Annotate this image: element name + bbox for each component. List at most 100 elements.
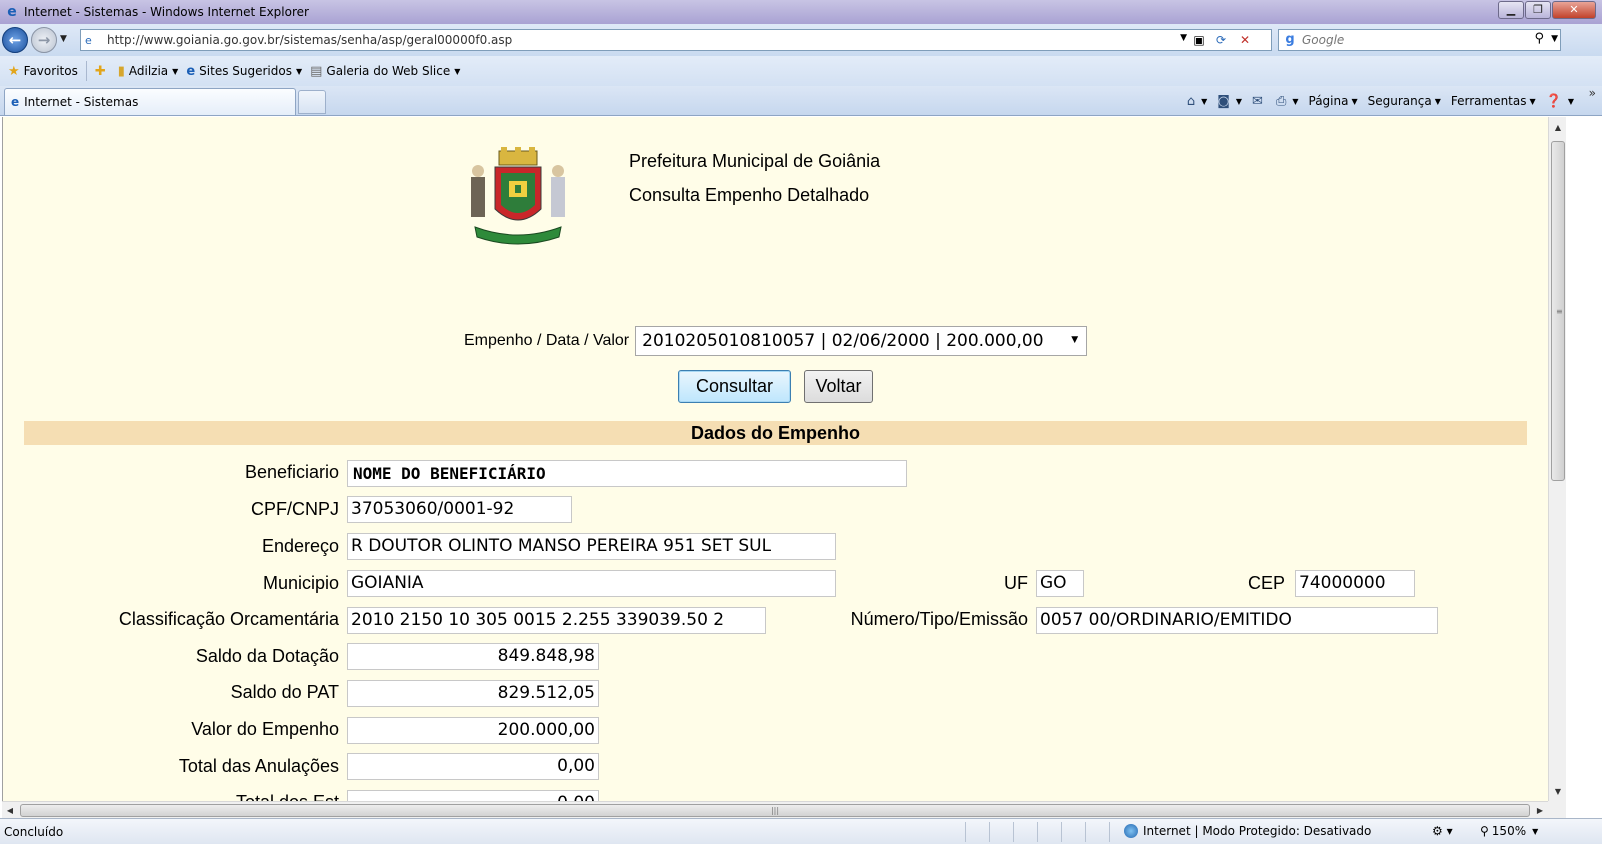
toolbar-overflow-icon[interactable]: » <box>1589 86 1596 100</box>
valor-empenho-field[interactable]: 200.000,00 <box>347 717 599 744</box>
cep-field[interactable]: 74000000 <box>1295 570 1415 597</box>
municipio-field[interactable]: GOIANIA <box>347 570 836 597</box>
status-text: Concluído <box>4 825 64 839</box>
help-icon: ❓ <box>1545 93 1562 109</box>
saldo-pat-label: Saldo do PAT <box>230 682 339 702</box>
back-button[interactable]: ← <box>2 27 28 53</box>
classificacao-field[interactable]: 2010 2150 10 305 0015 2.255 339039.50 2 <box>347 607 766 634</box>
page-subtitle: Consulta Empenho Detalhado <box>629 185 870 205</box>
address-dropdown-icon[interactable]: ▼ <box>1180 33 1187 43</box>
window-controls: ▁ ❐ ✕ <box>1497 1 1596 19</box>
compatibility-view-icon[interactable]: ▣ <box>1189 31 1209 49</box>
protected-mode-icon[interactable]: ⚙ ▾ <box>1432 824 1453 838</box>
web-slice-icon: ▤ <box>310 63 323 79</box>
favorites-bar: ★ Favoritos ✚ ▮ Adilzia ▼ e Sites Sugeri… <box>0 56 1602 86</box>
municipio-label: Municipio <box>262 573 339 593</box>
vertical-scrollbar[interactable]: ▲ ≡ ▼ <box>1548 117 1566 801</box>
scroll-left-arrow-icon[interactable]: ◀ <box>2 802 18 819</box>
security-zone-label: Internet | Modo Protegido: Desativado <box>1143 824 1372 838</box>
horizontal-scroll-thumb[interactable]: ||| <box>20 804 1530 817</box>
consultar-button[interactable]: Consultar <box>678 370 791 403</box>
classificacao-label: Classificação Orcamentária <box>118 609 339 629</box>
tools-menu[interactable]: Ferramentas ▼ <box>1451 94 1536 108</box>
search-dropdown-icon[interactable]: ▼ <box>1551 34 1558 44</box>
endereco-field[interactable]: R DOUTOR OLINTO MANSO PEREIRA 951 SET SU… <box>347 533 836 560</box>
favorites-button[interactable]: ★ Favoritos <box>8 64 78 79</box>
cpf-cnpj-label: CPF/CNPJ <box>250 499 339 519</box>
endereco-label: Endereço <box>261 536 339 556</box>
stop-icon[interactable]: ✕ <box>1235 31 1255 49</box>
zoom-control[interactable]: ⚲ 150% ▼ <box>1480 824 1538 838</box>
mail-button[interactable]: ✉ <box>1252 94 1266 109</box>
ie-page-icon: e <box>186 63 196 79</box>
new-tab-button[interactable] <box>298 90 326 114</box>
goiania-coat-of-arms-logo <box>471 147 565 245</box>
history-dropdown-icon[interactable]: ▼ <box>60 34 67 44</box>
chevron-down-icon: ▼ <box>172 66 179 76</box>
scroll-down-arrow-icon[interactable]: ▼ <box>1549 783 1567 800</box>
chevron-down-icon: ▼ <box>295 66 303 76</box>
feeds-button[interactable]: ◙ ▼ <box>1217 94 1242 109</box>
security-menu[interactable]: Segurança ▼ <box>1368 94 1441 108</box>
saldo-dotacao-field[interactable]: 849.848,98 <box>347 643 599 670</box>
address-bar[interactable]: e http://www.goiania.go.gov.br/sistemas/… <box>80 29 1272 51</box>
search-icon[interactable]: ⚲ <box>1534 31 1544 46</box>
numero-tipo-field[interactable]: 0057 00/ORDINARIO/EMITIDO <box>1036 607 1438 634</box>
google-icon: g <box>1282 32 1298 48</box>
refresh-icon[interactable]: ⟳ <box>1211 31 1231 49</box>
status-panels <box>942 822 1112 842</box>
page-content: Prefeitura Municipal de Goiânia Consulta… <box>2 117 1548 801</box>
page-icon: e <box>85 33 92 47</box>
scrollbar-corner <box>1548 801 1566 818</box>
empenho-select[interactable]: 2010205010810057 | 02/06/2000 | 200.000,… <box>635 326 1088 356</box>
empenho-selector-row: Empenho / Data / Valor 2010205010810057 … <box>464 326 1088 356</box>
zoom-icon: ⚲ <box>1480 824 1489 838</box>
vertical-scroll-thumb[interactable]: ≡ <box>1551 141 1565 481</box>
favorite-item-sites-sugeridos[interactable]: e Sites Sugeridos ▼ <box>186 64 302 79</box>
navigation-bar: ← → ▼ e http://www.goiania.go.gov.br/sis… <box>0 24 1602 56</box>
scroll-right-arrow-icon[interactable]: ▶ <box>1532 802 1548 819</box>
close-button[interactable]: ✕ <box>1552 1 1596 19</box>
favorite-item-adilzia[interactable]: ▮ Adilzia ▼ <box>118 64 179 79</box>
favorite-item-web-slice[interactable]: ▤ Galeria do Web Slice ▼ <box>310 64 460 79</box>
scroll-grip-icon: ≡ <box>1556 307 1563 316</box>
maximize-button[interactable]: ❐ <box>1525 1 1551 19</box>
zoom-level: 150% <box>1491 824 1527 838</box>
window-bottom-edge <box>0 844 1602 862</box>
status-bar: Concluído Internet | Modo Protegido: Des… <box>0 818 1602 844</box>
security-zone[interactable]: Internet | Modo Protegido: Desativado <box>1124 824 1371 838</box>
voltar-button[interactable]: Voltar <box>804 370 873 403</box>
page-menu[interactable]: Página ▼ <box>1309 94 1358 108</box>
folder-icon: ▮ <box>117 63 125 79</box>
beneficiario-field[interactable]: NOME DO BENEFICIÁRIO <box>347 460 907 487</box>
total-anulacoes-field[interactable]: 0,00 <box>347 753 599 780</box>
favorite-item-label: Sites Sugeridos <box>199 64 292 78</box>
chevron-down-icon: ▼ <box>1532 826 1539 836</box>
tools-menu-label: Ferramentas <box>1450 94 1527 108</box>
address-url[interactable]: http://www.goiania.go.gov.br/sistemas/se… <box>107 33 512 47</box>
print-button[interactable]: ⎙ ▼ <box>1276 94 1299 109</box>
uf-field[interactable]: GO <box>1036 570 1084 597</box>
search-input[interactable] <box>1302 33 1522 47</box>
empenho-selector-label: Empenho / Data / Valor <box>464 332 630 349</box>
scroll-up-arrow-icon[interactable]: ▲ <box>1549 119 1567 136</box>
window-title-bar: e Internet - Sistemas - Windows Internet… <box>0 0 1602 24</box>
section-title: Dados do Empenho <box>24 421 1527 445</box>
horizontal-scrollbar[interactable]: ◀ ||| ▶ <box>2 801 1548 818</box>
home-button[interactable]: ⌂ ▼ <box>1187 94 1207 109</box>
search-box[interactable]: g ⚲ ▼ <box>1278 29 1561 51</box>
add-favorite-button[interactable]: ✚ <box>95 64 110 79</box>
tab-label: Internet - Sistemas <box>24 95 139 109</box>
chevron-down-icon: ▼ <box>454 66 461 76</box>
forward-button[interactable]: → <box>31 27 57 53</box>
security-menu-label: Segurança <box>1367 94 1432 108</box>
home-icon: ⌂ <box>1186 93 1196 109</box>
help-button[interactable]: ❓ ▼ <box>1546 94 1574 109</box>
cpf-cnpj-field[interactable]: 37053060/0001-92 <box>347 496 572 523</box>
tab-internet-sistemas[interactable]: e Internet - Sistemas <box>4 88 296 115</box>
total-estornos-field[interactable]: 0,00 <box>347 790 599 801</box>
uf-label: UF <box>1004 573 1028 593</box>
minimize-button[interactable]: ▁ <box>1498 1 1524 19</box>
page-menu-label: Página <box>1308 94 1349 108</box>
saldo-pat-field[interactable]: 829.512,05 <box>347 680 599 707</box>
